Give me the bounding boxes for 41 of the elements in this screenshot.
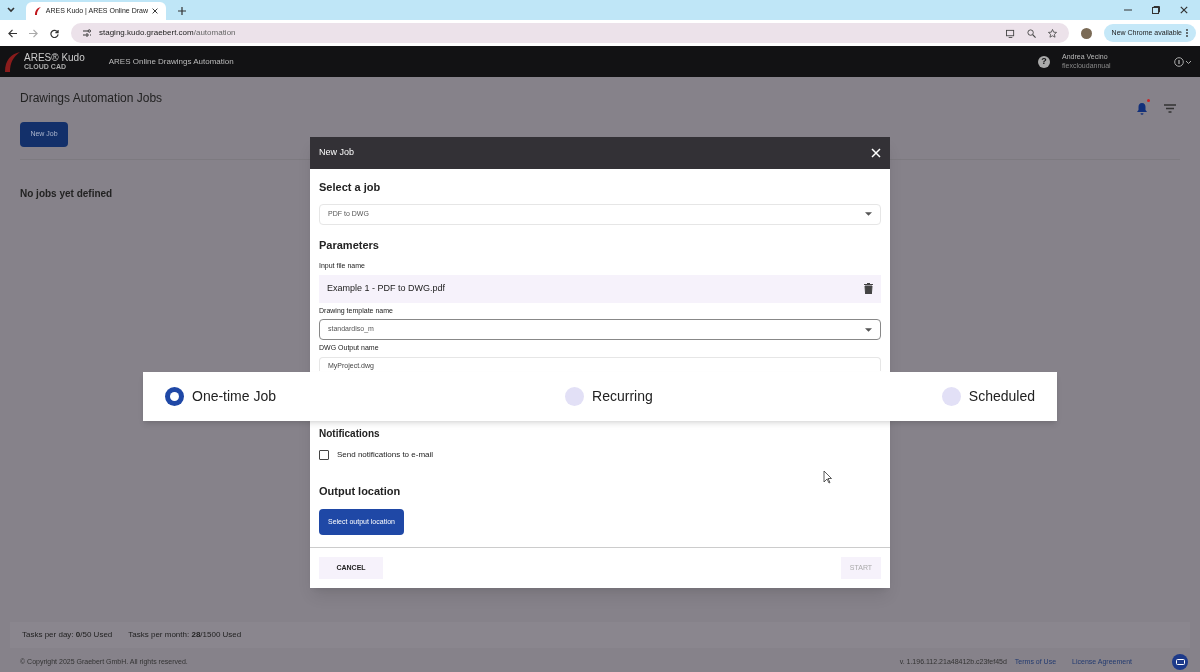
dropdown-icon [865, 212, 872, 216]
section-heading: Output location [319, 483, 402, 499]
email-checkbox-row[interactable]: Send notifications to e-mail [319, 448, 881, 461]
file-field: Example 1 - PDF to DWG.pdf [319, 274, 881, 303]
star-icon[interactable] [1047, 28, 1057, 38]
trash-icon[interactable] [864, 283, 873, 294]
close-icon[interactable] [152, 8, 158, 14]
back-icon[interactable] [8, 28, 17, 38]
site-settings-icon[interactable] [83, 29, 91, 37]
new-tab-icon[interactable] [178, 7, 186, 15]
notifications-icon[interactable] [1136, 102, 1148, 115]
schedule-option[interactable]: One-time Job [165, 386, 277, 407]
schedule-option[interactable]: Recurring [565, 386, 653, 407]
section-heading: Select a job [319, 180, 382, 195]
maximize-icon[interactable] [1152, 6, 1160, 14]
close-icon[interactable] [1180, 6, 1188, 14]
dropdown-icon [865, 327, 872, 332]
tasks-per-day: Tasks per day: 0/50 Used [22, 629, 113, 641]
logo-icon [34, 7, 42, 15]
install-icon[interactable] [1005, 28, 1015, 38]
logo-icon [4, 51, 20, 72]
page-title: Drawings Automation Jobs [20, 90, 164, 107]
chat-icon[interactable] [1172, 654, 1188, 670]
tasks-per-month: Tasks per month: 28/1500 Used [128, 629, 242, 641]
account-menu-icon[interactable] [1174, 56, 1192, 67]
zoom-icon[interactable] [1026, 28, 1036, 38]
reload-icon[interactable] [50, 28, 59, 38]
empty-message: No jobs yet defined [20, 187, 113, 199]
minimize-icon[interactable] [1124, 6, 1132, 14]
avatar-icon[interactable] [1080, 27, 1092, 39]
cursor-icon [823, 470, 832, 484]
section-heading: Parameters [319, 237, 380, 253]
section-heading: Notifications [319, 426, 381, 441]
schedule-option[interactable]: Scheduled [941, 386, 1035, 407]
dialog-title: New Job [319, 146, 354, 160]
help-icon[interactable]: ? [1038, 55, 1050, 68]
app-title: ARES Online Drawings Automation [108, 55, 234, 68]
address-bar[interactable]: staging.kudo.graebert.com/automation [71, 23, 1069, 43]
checkbox[interactable] [319, 449, 329, 460]
logo-text: ARES® Kudo [24, 53, 85, 63]
filter-icon[interactable] [1164, 104, 1176, 113]
